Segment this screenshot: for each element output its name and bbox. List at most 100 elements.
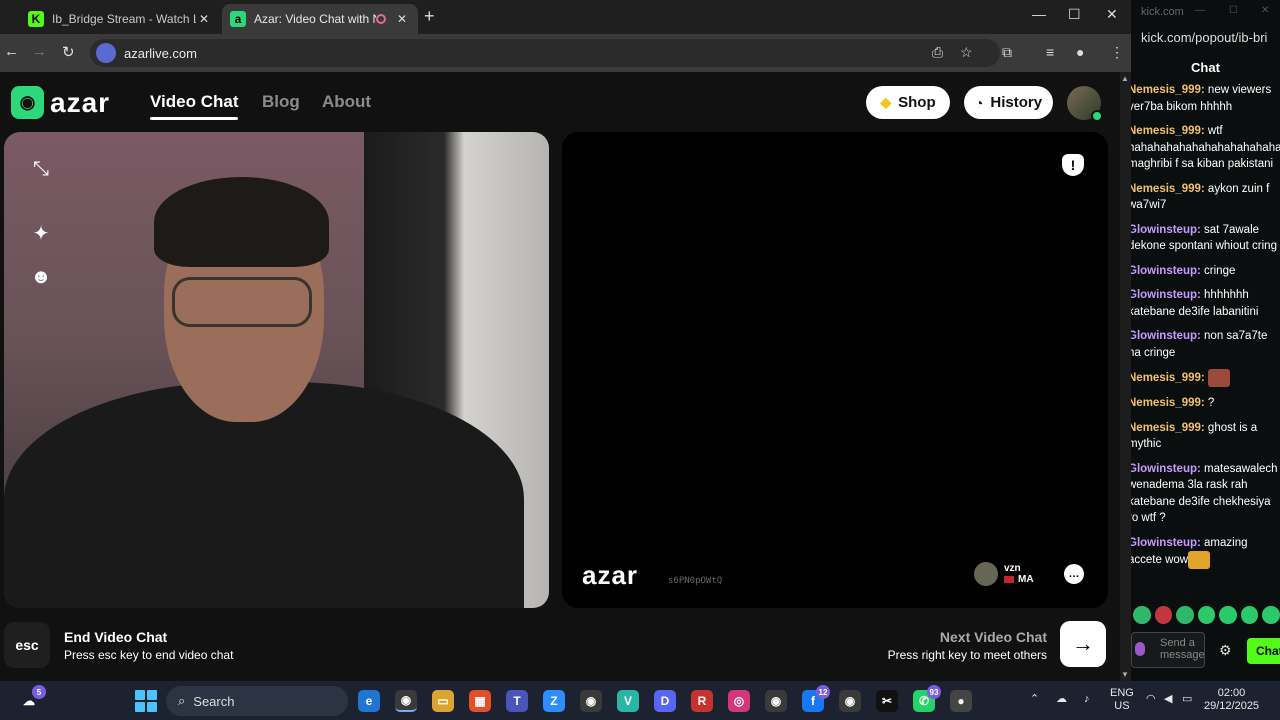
windows-taskbar: ☁ 5 ⌕ Search e ◉ ▭ ▦ T Z ◉ V D R ◎ ◉ f 12 … [0,681,1280,720]
emote-icon[interactable] [1240,606,1259,624]
chrome-app2-icon[interactable]: ◉ [839,690,861,712]
minimize-video-icon[interactable]: ⤡ [28,156,54,182]
new-tab-button[interactable]: + [424,6,435,27]
emote-icon[interactable] [1154,606,1173,624]
back-icon[interactable]: ← [4,43,19,60]
chat-username[interactable]: Nemesis_999: [1131,183,1205,195]
shop-button[interactable]: ◆ Shop [866,86,950,119]
user-avatar[interactable] [1067,86,1103,122]
chat-username[interactable]: Nemesis_999: [1131,422,1205,434]
profile-icon[interactable]: ● [1076,44,1084,60]
browser-window: K Ib_Bridge Stream - Watch Live ✕ a Azar… [0,0,1131,681]
chat-username[interactable]: Nemesis_999: [1131,84,1205,96]
address-bar[interactable]: azarlive.com [90,39,1000,67]
chat-username[interactable]: Glowinsteup: [1131,289,1201,301]
chat-username[interactable]: Glowinsteup: [1131,463,1201,475]
page-scrollbar[interactable]: ▲ ▼ [1120,72,1131,681]
effects-sparkle-icon[interactable]: ✦ [28,220,54,246]
weather-widget-icon[interactable]: ☁ 5 [18,685,46,712]
language-indicator[interactable]: ENG US [1110,687,1134,713]
end-chat-hint: Press esc key to end video chat [64,648,234,662]
clock[interactable]: 02:00 29/12/2025 [1204,687,1259,713]
chat-bubble-icon[interactable]: … [1064,564,1084,584]
bookmark-star-icon[interactable]: ☆ [960,44,973,61]
nav-about[interactable]: About [322,92,371,112]
whatsapp-icon[interactable]: ✆ 93 [913,685,941,712]
emote-icon[interactable] [1219,606,1237,624]
site-info-icon[interactable] [96,43,116,63]
nav-video-chat[interactable]: Video Chat [150,92,239,120]
diamond-icon: ◆ [880,94,892,110]
kick-favicon-icon: K [28,11,44,27]
start-button[interactable] [135,690,157,712]
microphone-icon[interactable]: ♪ [1084,693,1090,706]
file-explorer-icon[interactable]: ▭ [432,690,454,712]
chrome-profile-icon[interactable]: ◉ [580,690,602,712]
volume-icon[interactable]: ◀ [1164,693,1172,706]
menu-icon[interactable]: ⋮ [1110,44,1124,61]
tab-kick-stream[interactable]: K Ib_Bridge Stream - Watch Live ✕ [20,4,220,34]
close-window-icon[interactable]: ✕ [1106,6,1118,23]
region-code: US [1114,700,1130,712]
chrome-app-icon[interactable]: ◉ [765,690,787,712]
discord-icon[interactable]: D [654,690,676,712]
forward-icon[interactable]: → [32,43,47,60]
battery-icon[interactable]: ▭ [1182,693,1192,706]
obs-icon[interactable]: ● [950,690,972,712]
chat-username[interactable]: Glowinsteup: [1131,224,1201,236]
chat-settings-gear-icon[interactable]: ⚙ [1219,642,1232,659]
chat-username[interactable]: Nemesis_999: [1131,372,1205,384]
face-filter-icon[interactable]: ☻ [28,264,54,290]
chat-username[interactable]: Glowinsteup: [1131,265,1201,277]
taskbar-search[interactable]: ⌕ Search [166,686,348,716]
teams-icon[interactable]: T [506,690,528,712]
install-app-icon[interactable]: ⎙ [932,44,943,61]
chat-close-icon[interactable]: ✕ [1261,5,1269,16]
chat-username[interactable]: Glowinsteup: [1131,330,1201,342]
history-button[interactable]: ◔ History [964,86,1053,119]
show-hidden-icons-icon[interactable]: ⌃ [1030,693,1039,706]
vpn-icon[interactable]: V [617,690,639,712]
emote-picker-icon[interactable] [1135,642,1145,656]
emote-bar [1131,606,1280,628]
media-control-icon[interactable]: ≡ [1046,44,1054,60]
chat-username[interactable]: Glowinsteup: [1131,537,1201,549]
tab-azar[interactable]: a Azar: Video Chat with New ✕ [222,4,418,34]
instagram-icon[interactable]: ◎ [728,690,750,712]
esc-key-button[interactable]: esc [4,622,50,668]
chrome-icon[interactable]: ◉ [395,690,417,712]
chat-minimize-icon[interactable]: — [1195,5,1205,16]
chat-username[interactable]: Nemesis_999: [1131,125,1205,137]
wifi-icon[interactable]: ◠ [1146,693,1156,706]
edge-icon[interactable]: e [358,690,380,712]
chat-username[interactable]: Nemesis_999: [1131,397,1205,409]
chat-send-button[interactable]: Chat [1247,638,1280,664]
chat-maximize-icon[interactable]: ☐ [1229,5,1238,16]
zoom-icon[interactable]: Z [543,690,565,712]
emote-icon[interactable] [1133,606,1151,624]
report-shield-icon[interactable]: ! [1062,154,1084,176]
nav-blog[interactable]: Blog [262,92,300,112]
next-arrow-button[interactable]: → [1060,621,1106,667]
capcut-icon[interactable]: ✂ [876,690,898,712]
peer-info[interactable]: vzn MA [974,562,1034,586]
scroll-down-icon[interactable]: ▼ [1121,670,1129,679]
emote-icon[interactable] [1262,606,1280,624]
close-tab-icon[interactable]: ✕ [196,12,212,26]
emote-icon[interactable] [1197,606,1216,624]
chat-message: Nemesis_999: wtf hahahahahahahahahahahah… [1131,123,1280,173]
emote-icon[interactable] [1176,606,1194,624]
minimize-icon[interactable]: — [1032,6,1046,22]
game-launcher-icon[interactable]: R [691,690,713,712]
close-tab-icon[interactable]: ✕ [394,12,410,26]
onedrive-icon[interactable]: ☁ [1056,693,1067,706]
reload-icon[interactable]: ↻ [62,43,75,61]
chat-composer: Send a message ⚙ Chat [1131,632,1280,668]
facebook-icon[interactable]: f 12 [802,685,830,712]
local-person-glasses [172,277,312,327]
extensions-icon[interactable]: ⧉ [1002,44,1012,61]
microsoft-store-icon[interactable]: ▦ [469,690,491,712]
maximize-icon[interactable]: ☐ [1068,6,1081,23]
azar-logo[interactable]: ◉ azar [11,86,110,119]
scroll-up-icon[interactable]: ▲ [1121,74,1129,83]
